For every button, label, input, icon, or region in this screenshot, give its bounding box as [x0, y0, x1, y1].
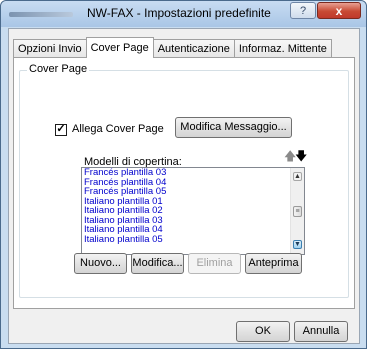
window-title: NW-FAX - Impostazioni predefinite — [87, 6, 271, 20]
tab-autenticazione[interactable]: Autenticazione — [152, 39, 235, 58]
attach-cover-page-checkbox[interactable]: ✓ — [55, 124, 67, 136]
scroll-up-icon[interactable]: ▲ — [293, 172, 302, 181]
dialog-client-area: Opzioni Invio Cover Page Autenticazione … — [8, 28, 360, 344]
tab-strip: Opzioni Invio Cover Page Autenticazione … — [13, 37, 332, 58]
scroll-down-icon[interactable]: ▼ — [293, 240, 302, 249]
tab-informaz-mittente[interactable]: Informaz. Mittente — [233, 39, 332, 58]
title-bar: NW-FAX - Impostazioni predefinite ? x — [1, 1, 366, 27]
edit-template-button[interactable]: Modifica... — [131, 253, 184, 274]
new-template-button[interactable]: Nuovo... — [74, 253, 127, 274]
move-up-icon[interactable]: 🡅 — [284, 150, 296, 162]
help-button[interactable]: ? — [290, 2, 316, 19]
delete-template-button: Elimina — [188, 253, 241, 274]
templates-listbox[interactable]: Francés plantilla 03 Francés plantilla 0… — [81, 167, 305, 255]
move-down-icon[interactable]: 🡇 — [295, 150, 307, 162]
preview-template-button[interactable]: Anteprima — [245, 253, 302, 274]
tab-opzioni-invio[interactable]: Opzioni Invio — [13, 39, 87, 58]
attach-cover-page-label[interactable]: Allega Cover Page — [72, 123, 164, 135]
dialog-window: NW-FAX - Impostazioni predefinite ? x Op… — [0, 0, 367, 349]
tab-cover-page[interactable]: Cover Page — [85, 37, 154, 58]
edit-message-button[interactable]: Modifica Messaggio... — [175, 117, 292, 138]
list-scrollbar[interactable]: ▲ ≡ ▼ — [290, 168, 304, 254]
cancel-button[interactable]: Annulla — [294, 321, 348, 342]
list-item[interactable]: Italiano plantilla 05 — [82, 234, 304, 245]
app-icon — [9, 12, 73, 17]
ok-button[interactable]: OK — [236, 321, 290, 342]
scroll-thumb[interactable]: ≡ — [293, 206, 302, 217]
close-button[interactable]: x — [317, 2, 361, 19]
group-label: Cover Page — [27, 63, 90, 75]
